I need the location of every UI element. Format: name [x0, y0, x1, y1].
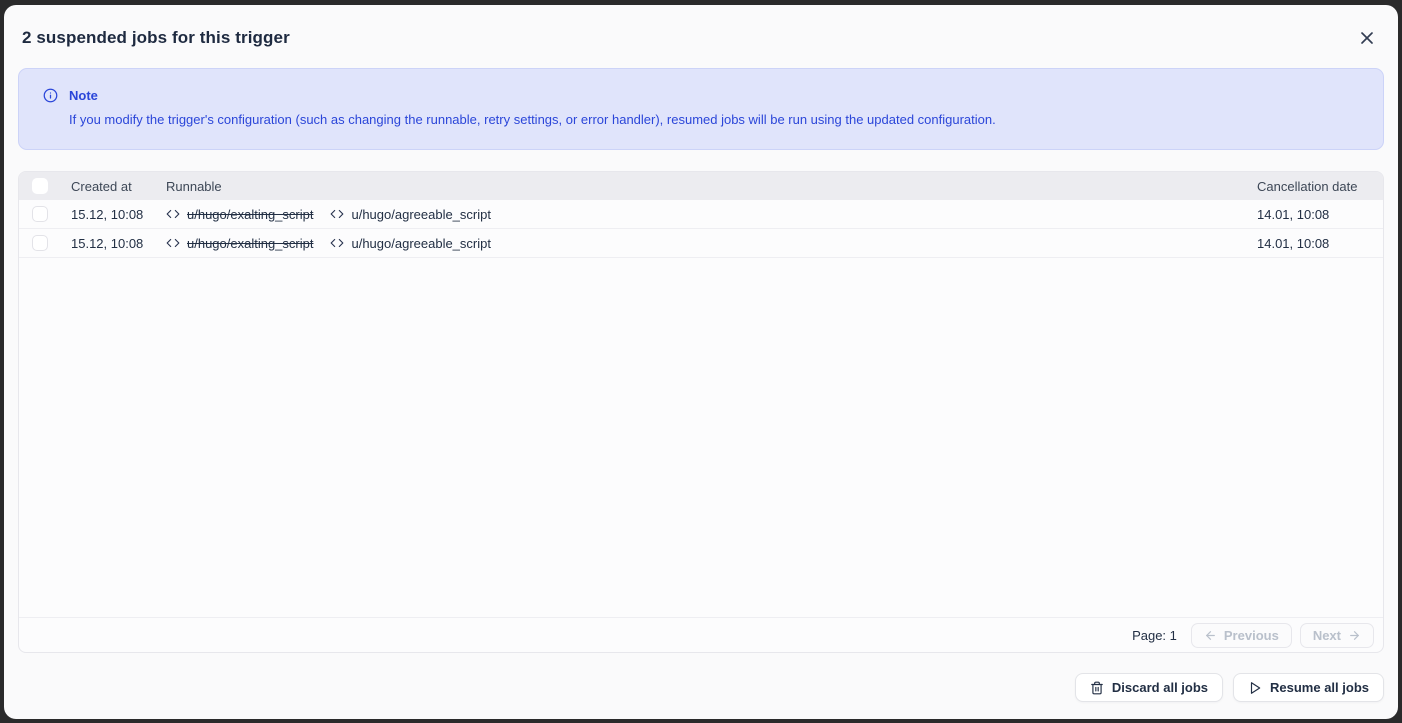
runnable-old-path: u/hugo/exalting_script	[187, 236, 313, 251]
play-icon	[1248, 681, 1262, 695]
header-checkbox-cell	[19, 178, 71, 194]
suspended-jobs-table: Created at Runnable Cancellation date 15…	[18, 171, 1384, 653]
resume-all-jobs-button[interactable]: Resume all jobs	[1233, 673, 1384, 702]
runnable-cell: u/hugo/exalting_script u/hugo/agreeable_…	[166, 207, 1257, 222]
next-page-label: Next	[1313, 628, 1341, 643]
column-header-runnable: Runnable	[166, 179, 1257, 194]
row-checkbox-cell	[19, 235, 71, 251]
row-checkbox-cell	[19, 206, 71, 222]
modal-header: 2 suspended jobs for this trigger	[18, 5, 1384, 68]
select-all-checkbox[interactable]	[32, 178, 48, 194]
previous-page-label: Previous	[1224, 628, 1279, 643]
arrow-left-icon	[1204, 629, 1217, 642]
note-header: Note	[43, 88, 1361, 103]
code-icon	[166, 236, 180, 250]
code-icon	[330, 236, 344, 250]
column-header-cancellation-date: Cancellation date	[1257, 179, 1383, 194]
discard-all-jobs-label: Discard all jobs	[1112, 680, 1208, 695]
modal-title: 2 suspended jobs for this trigger	[22, 28, 290, 48]
table-row[interactable]: 15.12, 10:08 u/hugo/exalting_script u/hu…	[19, 229, 1383, 258]
row-checkbox[interactable]	[32, 235, 48, 251]
runnable-new-path: u/hugo/agreeable_script	[351, 236, 491, 251]
column-header-created-at: Created at	[71, 179, 166, 194]
close-icon	[1357, 28, 1377, 48]
next-page-button[interactable]: Next	[1300, 623, 1374, 648]
suspended-jobs-modal: 2 suspended jobs for this trigger Note I…	[4, 5, 1398, 719]
cancellation-date-cell: 14.01, 10:08	[1257, 207, 1383, 222]
table-header-row: Created at Runnable Cancellation date	[19, 172, 1383, 200]
arrow-right-icon	[1348, 629, 1361, 642]
code-icon	[166, 207, 180, 221]
note-heading: Note	[69, 88, 98, 103]
row-checkbox[interactable]	[32, 206, 48, 222]
created-at-cell: 15.12, 10:08	[71, 207, 166, 222]
note-body: If you modify the trigger's configuratio…	[69, 112, 1361, 128]
table-row[interactable]: 15.12, 10:08 u/hugo/exalting_script u/hu…	[19, 200, 1383, 229]
code-icon	[330, 207, 344, 221]
created-at-cell: 15.12, 10:08	[71, 236, 166, 251]
runnable-old-path: u/hugo/exalting_script	[187, 207, 313, 222]
trash-icon	[1090, 681, 1104, 695]
runnable-cell: u/hugo/exalting_script u/hugo/agreeable_…	[166, 236, 1257, 251]
close-button[interactable]	[1354, 25, 1380, 51]
table-empty-space	[19, 258, 1383, 617]
resume-all-jobs-label: Resume all jobs	[1270, 680, 1369, 695]
discard-all-jobs-button[interactable]: Discard all jobs	[1075, 673, 1223, 702]
background-page-text: Metadata	[862, 0, 923, 3]
note-banner: Note If you modify the trigger's configu…	[18, 68, 1384, 150]
modal-actions: Discard all jobs Resume all jobs	[18, 673, 1384, 702]
cancellation-date-cell: 14.01, 10:08	[1257, 236, 1383, 251]
runnable-new-path: u/hugo/agreeable_script	[351, 207, 491, 222]
page-indicator: Page: 1	[1132, 628, 1177, 643]
previous-page-button[interactable]: Previous	[1191, 623, 1292, 648]
info-icon	[43, 88, 58, 103]
pagination-bar: Page: 1 Previous Next	[19, 617, 1383, 652]
